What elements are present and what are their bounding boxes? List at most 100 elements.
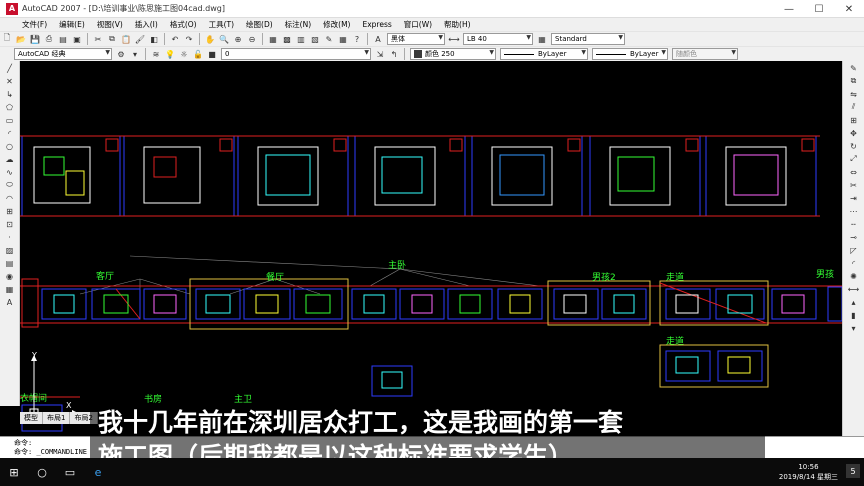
scroll-thumb-icon[interactable]: ▮ <box>847 309 861 321</box>
new-file-icon[interactable]: 🗋 <box>1 33 13 45</box>
tool-palettes-icon[interactable]: ▥ <box>295 33 307 45</box>
layer-freeze-icon[interactable]: ☼ <box>178 48 190 60</box>
lineweight-select[interactable]: ByLayer ▼ <box>592 48 668 60</box>
stretch-icon[interactable]: ⇔ <box>847 166 861 178</box>
region-icon[interactable]: ◉ <box>3 270 17 282</box>
menu-help[interactable]: 帮助(H) <box>438 19 477 30</box>
properties-icon[interactable]: ▦ <box>267 33 279 45</box>
point-icon[interactable]: · <box>3 231 17 243</box>
minimize-button[interactable]: — <box>774 0 804 18</box>
zoom-previous-icon[interactable]: ⊖ <box>246 33 258 45</box>
edge-browser-icon[interactable]: e <box>89 463 107 481</box>
break-icon[interactable]: ╌ <box>847 218 861 230</box>
copy-object-icon[interactable]: ⧉ <box>847 75 861 87</box>
extend-icon[interactable]: ⇥ <box>847 192 861 204</box>
markup-icon[interactable]: ✎ <box>323 33 335 45</box>
block-editor-icon[interactable]: ◧ <box>148 33 160 45</box>
plotstyle-select[interactable]: 随颜色 ▼ <box>672 48 738 60</box>
explode-icon[interactable]: ✺ <box>847 270 861 282</box>
scale-icon[interactable]: ⤢ <box>847 153 861 165</box>
revision-cloud-icon[interactable]: ☁ <box>3 153 17 165</box>
menu-modify[interactable]: 修改(M) <box>317 19 356 30</box>
tab-model[interactable]: 模型 <box>20 412 43 424</box>
color-select[interactable]: 颜色 250 ▼ <box>410 48 496 60</box>
scroll-down-icon[interactable]: ▾ <box>847 322 861 334</box>
quickcalc-icon[interactable]: ▦ <box>337 33 349 45</box>
menu-window[interactable]: 窗口(W) <box>398 19 438 30</box>
text-style-icon[interactable]: A <box>372 33 384 45</box>
chamfer-icon[interactable]: ◸ <box>847 244 861 256</box>
move-icon[interactable]: ✥ <box>847 127 861 139</box>
workspace-settings-icon[interactable]: ⚙ <box>115 48 127 60</box>
table-icon[interactable]: ▦ <box>3 283 17 295</box>
rectangle-icon[interactable]: ▭ <box>3 114 17 126</box>
line-icon[interactable]: ╱ <box>3 62 17 74</box>
multiline-text-icon[interactable]: A <box>3 296 17 308</box>
publish-icon[interactable]: ▣ <box>71 33 83 45</box>
print-preview-icon[interactable]: ▤ <box>57 33 69 45</box>
search-icon[interactable]: ○ <box>33 463 51 481</box>
cut-icon[interactable]: ✂ <box>92 33 104 45</box>
text-style-select[interactable]: 黑体 ▼ <box>387 33 445 45</box>
menu-draw[interactable]: 绘图(D) <box>240 19 279 30</box>
spline-icon[interactable]: ∿ <box>3 166 17 178</box>
layer-lock-icon[interactable]: 🔓 <box>192 48 204 60</box>
hatch-icon[interactable]: ▨ <box>3 244 17 256</box>
save-icon[interactable]: 💾 <box>29 33 41 45</box>
dimension-icon[interactable]: ⟷ <box>847 283 861 295</box>
join-icon[interactable]: ⊸ <box>847 231 861 243</box>
fillet-icon[interactable]: ◜ <box>847 257 861 269</box>
workspace-more-icon[interactable]: ▾ <box>129 48 141 60</box>
sheet-set-icon[interactable]: ▧ <box>309 33 321 45</box>
scroll-up-icon[interactable]: ▴ <box>847 296 861 308</box>
layer-previous-icon[interactable]: ↰ <box>388 48 400 60</box>
array-icon[interactable]: ⊞ <box>847 114 861 126</box>
table-style-icon[interactable]: ▦ <box>536 33 548 45</box>
task-view-icon[interactable]: ▭ <box>61 463 79 481</box>
menu-format[interactable]: 格式(O) <box>164 19 203 30</box>
polygon-icon[interactable]: ⬠ <box>3 101 17 113</box>
dim-style-select[interactable]: LB 40 ▼ <box>463 33 533 45</box>
construction-line-icon[interactable]: ✕ <box>3 75 17 87</box>
circle-icon[interactable]: ○ <box>3 140 17 152</box>
mirror-icon[interactable]: ⇋ <box>847 88 861 100</box>
rotate-icon[interactable]: ↻ <box>847 140 861 152</box>
pan-icon[interactable]: ✋ <box>204 33 216 45</box>
linetype-select[interactable]: ByLayer ▼ <box>500 48 588 60</box>
polyline-icon[interactable]: ↳ <box>3 88 17 100</box>
offset-icon[interactable]: ⫽ <box>847 101 861 113</box>
dim-style-icon[interactable]: ⟷ <box>448 33 460 45</box>
print-icon[interactable]: ⎙ <box>43 33 55 45</box>
menu-dimension[interactable]: 标注(N) <box>279 19 317 30</box>
erase-icon[interactable]: ✎ <box>847 62 861 74</box>
drawing-canvas[interactable]: 客厅 餐厅 主卧 男孩2 走道 男孩 走道 衣帽间 书房 主卫 Y X <box>20 61 842 436</box>
menu-view[interactable]: 视图(V) <box>91 19 129 30</box>
copy-icon[interactable]: ⧉ <box>106 33 118 45</box>
match-properties-icon[interactable]: 🖌 <box>134 33 146 45</box>
ellipse-arc-icon[interactable]: ◠ <box>3 192 17 204</box>
autocad-app-icon[interactable]: A <box>6 2 18 15</box>
layer-manager-icon[interactable]: ≋ <box>150 48 162 60</box>
workspace-select[interactable]: AutoCAD 经典 ▼ <box>14 48 112 60</box>
maximize-button[interactable]: ☐ <box>804 0 834 18</box>
paste-icon[interactable]: 📋 <box>120 33 132 45</box>
windows-start-icon[interactable]: ⊞ <box>5 463 23 481</box>
break-at-point-icon[interactable]: ⋯ <box>847 205 861 217</box>
layer-on-icon[interactable]: 💡 <box>164 48 176 60</box>
menu-file[interactable]: 文件(F) <box>0 19 53 30</box>
menu-express[interactable]: Express <box>356 20 397 29</box>
system-clock[interactable]: 10:56 2019/8/14 星期三 <box>779 462 838 482</box>
redo-icon[interactable]: ↷ <box>183 33 195 45</box>
menu-tools[interactable]: 工具(T) <box>203 19 240 30</box>
gradient-icon[interactable]: ▤ <box>3 257 17 269</box>
undo-icon[interactable]: ↶ <box>169 33 181 45</box>
make-block-icon[interactable]: ⊡ <box>3 218 17 230</box>
notification-center-icon[interactable]: 5 <box>846 464 860 478</box>
menu-edit[interactable]: 编辑(E) <box>53 19 91 30</box>
make-current-layer-icon[interactable]: ⇲ <box>374 48 386 60</box>
close-button[interactable]: ✕ <box>834 0 864 18</box>
ellipse-icon[interactable]: ⬭ <box>3 179 17 191</box>
table-style-select[interactable]: Standard ▼ <box>551 33 625 45</box>
layer-color-icon[interactable]: ■ <box>206 48 218 60</box>
menu-insert[interactable]: 插入(I) <box>129 19 164 30</box>
